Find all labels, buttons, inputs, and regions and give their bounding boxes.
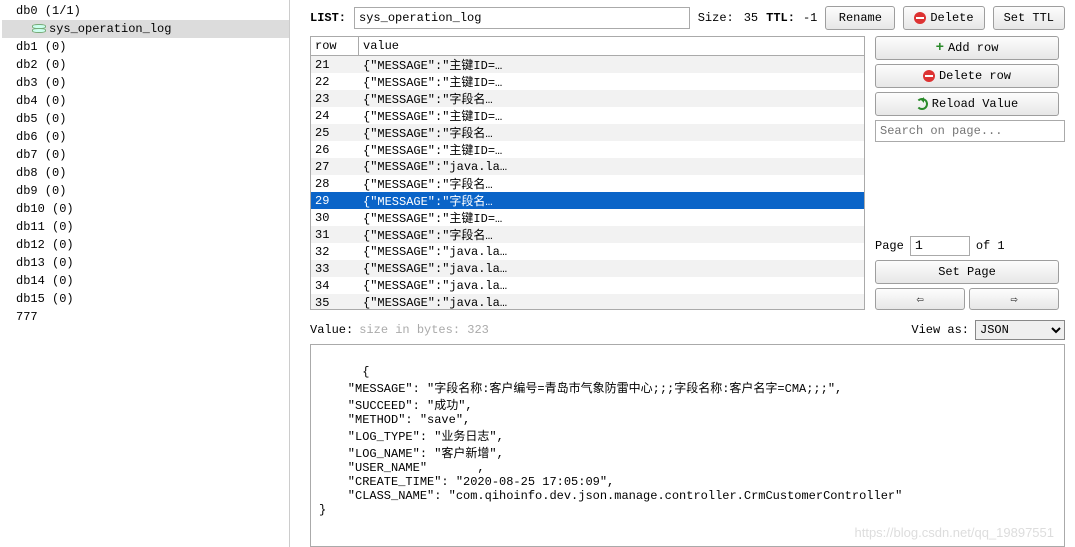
page-prev-button[interactable]: ⇦ xyxy=(875,288,965,310)
ttl-value: -1 xyxy=(803,11,817,25)
cell-value: {"MESSAGE":"主键ID=… xyxy=(359,209,864,226)
cell-value: {"MESSAGE":"java.la… xyxy=(359,279,864,293)
search-input[interactable] xyxy=(875,120,1065,142)
size-label: Size: xyxy=(698,11,734,25)
table-row[interactable]: 24{"MESSAGE":"主键ID=… xyxy=(311,107,864,124)
tree-item-db[interactable]: db11 (0) xyxy=(2,218,289,236)
table-row[interactable]: 22{"MESSAGE":"主键ID=… xyxy=(311,73,864,90)
delete-icon xyxy=(923,70,935,82)
delete-button[interactable]: Delete xyxy=(903,6,984,30)
cell-row-number: 24 xyxy=(311,109,359,123)
tree-item-key[interactable]: sys_operation_log xyxy=(2,20,289,38)
watermark: https://blog.csdn.net/qq_19897551 xyxy=(855,525,1055,540)
page-number-input[interactable] xyxy=(910,236,970,256)
page-of-label: of 1 xyxy=(976,239,1005,253)
delete-icon xyxy=(914,12,926,24)
cell-value: {"MESSAGE":"字段名… xyxy=(359,90,864,107)
key-icon xyxy=(32,24,46,34)
cell-value: {"MESSAGE":"主键ID=… xyxy=(359,73,864,90)
reload-value-button[interactable]: Reload Value xyxy=(875,92,1059,116)
table-row[interactable]: 25{"MESSAGE":"字段名… xyxy=(311,124,864,141)
tree-item-db[interactable]: db9 (0) xyxy=(2,182,289,200)
tree-item-db[interactable]: db8 (0) xyxy=(2,164,289,182)
cell-value: {"MESSAGE":"字段名… xyxy=(359,124,864,141)
cell-row-number: 27 xyxy=(311,160,359,174)
cell-row-number: 21 xyxy=(311,58,359,72)
plus-icon: + xyxy=(936,42,944,54)
cell-value: {"MESSAGE":"主键ID=… xyxy=(359,56,864,73)
table-row[interactable]: 26{"MESSAGE":"主键ID=… xyxy=(311,141,864,158)
cell-row-number: 30 xyxy=(311,211,359,225)
cell-value: {"MESSAGE":"字段名… xyxy=(359,192,864,209)
list-label: LIST: xyxy=(310,11,346,25)
value-text: { "MESSAGE": "字段名称:客户编号=青岛市气象防雷中心;;;字段名称… xyxy=(319,365,902,517)
delete-row-button[interactable]: Delete row xyxy=(875,64,1059,88)
value-viewer[interactable]: { "MESSAGE": "字段名称:客户编号=青岛市气象防雷中心;;;字段名称… xyxy=(310,344,1065,547)
tree-footer: 777 xyxy=(2,308,289,326)
tree-item-db[interactable]: db7 (0) xyxy=(2,146,289,164)
tree-item-db[interactable]: db13 (0) xyxy=(2,254,289,272)
table-row[interactable]: 27{"MESSAGE":"java.la… xyxy=(311,158,864,175)
page-next-button[interactable]: ⇨ xyxy=(969,288,1059,310)
cell-row-number: 26 xyxy=(311,143,359,157)
table-row[interactable]: 32{"MESSAGE":"java.la… xyxy=(311,243,864,260)
db-tree: db0 (1/1)sys_operation_logdb1 (0)db2 (0)… xyxy=(0,0,290,547)
cell-row-number: 33 xyxy=(311,262,359,276)
col-header-value[interactable]: value xyxy=(359,37,864,55)
key-name-input[interactable] xyxy=(354,7,690,29)
view-as-label: View as: xyxy=(911,323,969,337)
set-ttl-button[interactable]: Set TTL xyxy=(993,6,1065,30)
table-row[interactable]: 33{"MESSAGE":"java.la… xyxy=(311,260,864,277)
tree-item-db[interactable]: db3 (0) xyxy=(2,74,289,92)
cell-row-number: 22 xyxy=(311,75,359,89)
table-row[interactable]: 21{"MESSAGE":"主键ID=… xyxy=(311,56,864,73)
ttl-label: TTL: xyxy=(766,11,795,25)
cell-row-number: 34 xyxy=(311,279,359,293)
cell-value: {"MESSAGE":"java.la… xyxy=(359,160,864,174)
tree-item-db[interactable]: db5 (0) xyxy=(2,110,289,128)
cell-value: {"MESSAGE":"java.la… xyxy=(359,296,864,310)
values-grid: row value 21{"MESSAGE":"主键ID=…22{"MESSAG… xyxy=(310,36,865,310)
add-row-button[interactable]: +Add row xyxy=(875,36,1059,60)
reload-icon xyxy=(916,98,928,110)
cell-row-number: 31 xyxy=(311,228,359,242)
cell-value: {"MESSAGE":"java.la… xyxy=(359,262,864,276)
cell-row-number: 28 xyxy=(311,177,359,191)
tree-item-db[interactable]: db0 (1/1) xyxy=(2,2,289,20)
value-size-hint: size in bytes: 323 xyxy=(359,323,489,337)
cell-row-number: 25 xyxy=(311,126,359,140)
page-label: Page xyxy=(875,239,904,253)
tree-item-db[interactable]: db14 (0) xyxy=(2,272,289,290)
cell-value: {"MESSAGE":"主键ID=… xyxy=(359,141,864,158)
grid-body[interactable]: 21{"MESSAGE":"主键ID=…22{"MESSAGE":"主键ID=…… xyxy=(311,56,864,310)
set-page-button[interactable]: Set Page xyxy=(875,260,1059,284)
tree-item-db[interactable]: db6 (0) xyxy=(2,128,289,146)
cell-row-number: 29 xyxy=(311,194,359,208)
table-row[interactable]: 29{"MESSAGE":"字段名… xyxy=(311,192,864,209)
table-row[interactable]: 34{"MESSAGE":"java.la… xyxy=(311,277,864,294)
table-row[interactable]: 35{"MESSAGE":"java.la… xyxy=(311,294,864,310)
view-as-select[interactable]: JSON xyxy=(975,320,1065,340)
table-row[interactable]: 28{"MESSAGE":"字段名… xyxy=(311,175,864,192)
cell-value: {"MESSAGE":"主键ID=… xyxy=(359,107,864,124)
tree-item-db[interactable]: db12 (0) xyxy=(2,236,289,254)
cell-value: {"MESSAGE":"字段名… xyxy=(359,226,864,243)
tree-item-db[interactable]: db15 (0) xyxy=(2,290,289,308)
size-value: 35 xyxy=(744,11,758,25)
cell-value: {"MESSAGE":"java.la… xyxy=(359,245,864,259)
table-row[interactable]: 30{"MESSAGE":"主键ID=… xyxy=(311,209,864,226)
table-row[interactable]: 31{"MESSAGE":"字段名… xyxy=(311,226,864,243)
tree-item-db[interactable]: db10 (0) xyxy=(2,200,289,218)
tree-item-db[interactable]: db1 (0) xyxy=(2,38,289,56)
cell-row-number: 32 xyxy=(311,245,359,259)
col-header-row[interactable]: row xyxy=(311,37,359,55)
cell-row-number: 23 xyxy=(311,92,359,106)
tree-item-db[interactable]: db4 (0) xyxy=(2,92,289,110)
tree-item-db[interactable]: db2 (0) xyxy=(2,56,289,74)
cell-row-number: 35 xyxy=(311,296,359,310)
rename-button[interactable]: Rename xyxy=(825,6,895,30)
table-row[interactable]: 23{"MESSAGE":"字段名… xyxy=(311,90,864,107)
value-label: Value: xyxy=(310,323,353,337)
cell-value: {"MESSAGE":"字段名… xyxy=(359,175,864,192)
